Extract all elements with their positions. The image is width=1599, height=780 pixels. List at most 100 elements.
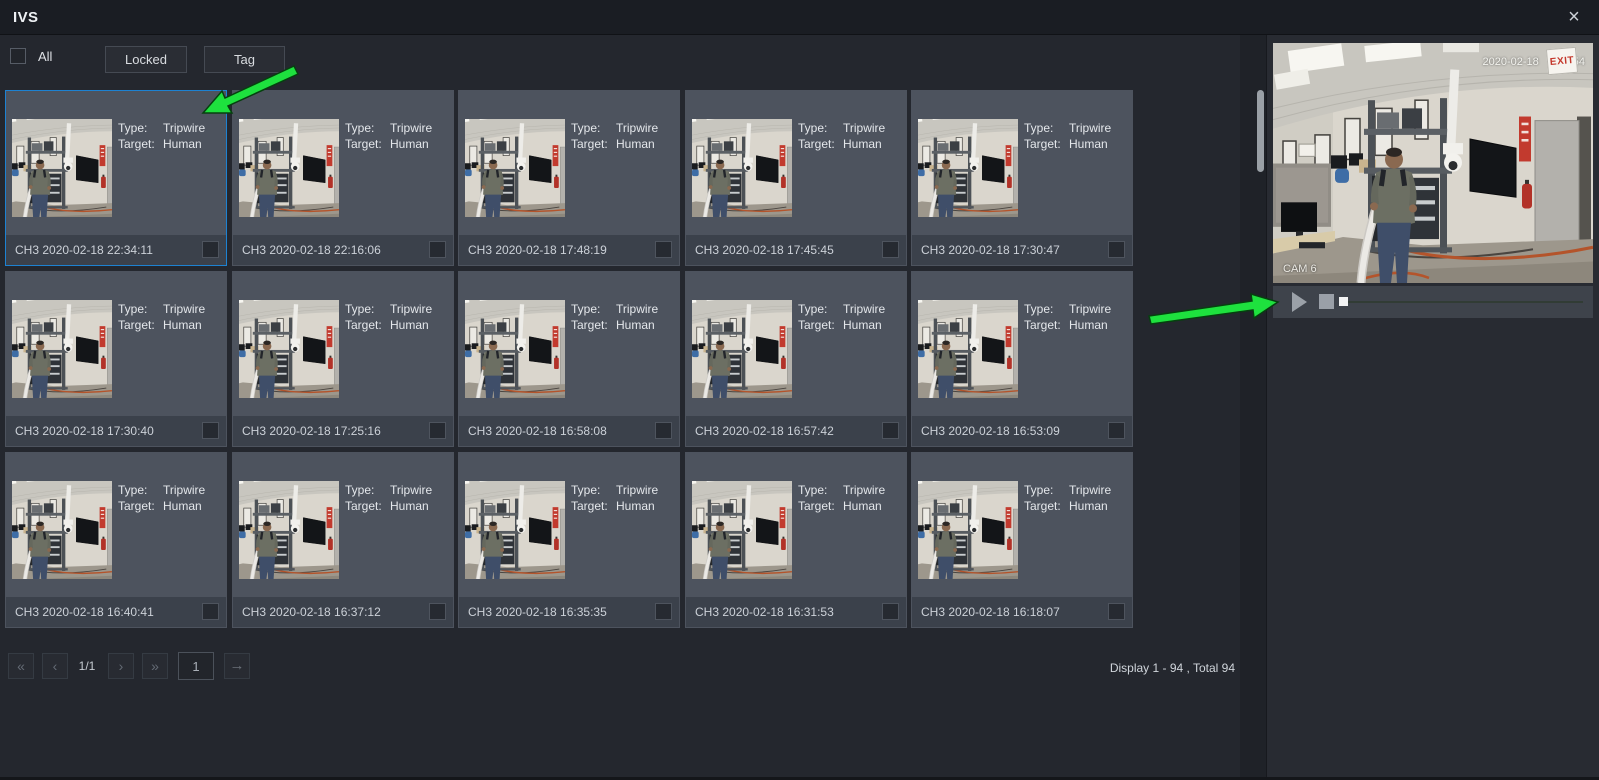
target-value: Human	[163, 137, 202, 151]
type-label: Type:	[1024, 483, 1053, 497]
next-page-button[interactable]: ›	[108, 653, 134, 679]
event-thumbnail	[12, 300, 112, 398]
event-card[interactable]: Type: Tripwire Target: Human CH3 2020-02…	[232, 452, 454, 628]
event-checkbox[interactable]	[429, 603, 446, 620]
event-card[interactable]: Type: Tripwire Target: Human CH3 2020-02…	[911, 452, 1133, 628]
event-card[interactable]: Type: Tripwire Target: Human CH3 2020-02…	[232, 271, 454, 447]
event-card[interactable]: Type: Tripwire Target: Human CH3 2020-02…	[458, 452, 680, 628]
event-checkbox[interactable]	[882, 241, 899, 258]
event-timestamp: CH3 2020-02-18 16:18:07	[921, 605, 1060, 619]
event-thumbnail	[465, 300, 565, 398]
preview-panel: 2020-02-1854 EXIT CAM 6	[1266, 35, 1599, 780]
event-timestamp: CH3 2020-02-18 17:45:45	[695, 243, 834, 257]
seek-track[interactable]	[1343, 301, 1583, 303]
go-page-button[interactable]: →	[224, 653, 250, 679]
type-label: Type:	[118, 121, 147, 135]
event-card-footer: CH3 2020-02-18 16:31:53	[686, 597, 906, 627]
event-timestamp: CH3 2020-02-18 16:58:08	[468, 424, 607, 438]
target-label: Target:	[798, 318, 835, 332]
target-value: Human	[1069, 137, 1108, 151]
event-card[interactable]: Type: Tripwire Target: Human CH3 2020-02…	[911, 271, 1133, 447]
event-card-footer: CH3 2020-02-18 16:40:41	[6, 597, 226, 627]
event-card[interactable]: Type: Tripwire Target: Human CH3 2020-02…	[911, 90, 1133, 266]
event-thumbnail	[239, 119, 339, 217]
event-card[interactable]: Type: Tripwire Target: Human CH3 2020-02…	[685, 90, 907, 266]
event-checkbox[interactable]	[202, 241, 219, 258]
event-checkbox[interactable]	[655, 603, 672, 620]
type-label: Type:	[345, 302, 374, 316]
event-card[interactable]: Type: Tripwire Target: Human CH3 2020-02…	[5, 452, 227, 628]
last-page-button[interactable]: »	[142, 653, 168, 679]
event-checkbox[interactable]	[655, 241, 672, 258]
event-checkbox[interactable]	[202, 603, 219, 620]
type-value: Tripwire	[843, 121, 885, 135]
target-value: Human	[163, 318, 202, 332]
event-timestamp: CH3 2020-02-18 22:16:06	[242, 243, 381, 257]
type-label: Type:	[571, 483, 600, 497]
event-checkbox[interactable]	[202, 422, 219, 439]
event-thumbnail	[692, 119, 792, 217]
target-label: Target:	[345, 318, 382, 332]
page-indicator: 1/1	[72, 653, 102, 679]
type-label: Type:	[118, 302, 147, 316]
select-all-checkbox[interactable]	[10, 48, 26, 64]
event-checkbox[interactable]	[1108, 241, 1125, 258]
event-checkbox[interactable]	[655, 422, 672, 439]
event-card-footer: CH3 2020-02-18 16:58:08	[459, 416, 679, 446]
event-checkbox[interactable]	[882, 603, 899, 620]
event-thumbnail	[918, 119, 1018, 217]
event-checkbox[interactable]	[1108, 422, 1125, 439]
target-value: Human	[1069, 318, 1108, 332]
event-card[interactable]: Type: Tripwire Target: Human CH3 2020-02…	[685, 271, 907, 447]
select-all-group: All	[10, 48, 52, 64]
tag-button[interactable]: Tag	[204, 46, 285, 73]
locked-button[interactable]: Locked	[105, 46, 187, 73]
video-timestamp-date: 2020-02-18	[1482, 56, 1538, 68]
type-value: Tripwire	[616, 121, 658, 135]
type-value: Tripwire	[163, 121, 205, 135]
event-list-area: All Locked Tag Type: Tripwire Target: Hu…	[0, 35, 1240, 780]
select-all-label: All	[38, 49, 52, 64]
event-card[interactable]: Type: Tripwire Target: Human CH3 2020-02…	[232, 90, 454, 266]
event-card[interactable]: Type: Tripwire Target: Human CH3 2020-02…	[685, 452, 907, 628]
type-value: Tripwire	[163, 483, 205, 497]
play-icon[interactable]	[1292, 292, 1307, 312]
event-card-footer: CH3 2020-02-18 16:57:42	[686, 416, 906, 446]
close-icon[interactable]: ×	[1561, 4, 1587, 30]
event-card[interactable]: Type: Tripwire Target: Human CH3 2020-02…	[5, 271, 227, 447]
event-card[interactable]: Type: Tripwire Target: Human CH3 2020-02…	[458, 90, 680, 266]
prev-page-button[interactable]: ‹	[42, 653, 68, 679]
event-checkbox[interactable]	[429, 241, 446, 258]
type-value: Tripwire	[616, 483, 658, 497]
event-checkbox[interactable]	[1108, 603, 1125, 620]
first-page-button[interactable]: «	[8, 653, 34, 679]
event-timestamp: CH3 2020-02-18 22:34:11	[15, 243, 153, 257]
event-card-footer: CH3 2020-02-18 16:37:12	[233, 597, 453, 627]
type-value: Tripwire	[390, 302, 432, 316]
type-value: Tripwire	[163, 302, 205, 316]
type-value: Tripwire	[843, 302, 885, 316]
scrollbar-thumb[interactable]	[1257, 90, 1264, 172]
target-label: Target:	[1024, 318, 1061, 332]
type-label: Type:	[345, 483, 374, 497]
stop-icon[interactable]	[1319, 294, 1334, 309]
event-card[interactable]: Type: Tripwire Target: Human CH3 2020-02…	[458, 271, 680, 447]
type-value: Tripwire	[1069, 483, 1111, 497]
window-title: IVS	[13, 9, 38, 26]
scrollbar-gutter	[1240, 35, 1266, 780]
target-value: Human	[1069, 499, 1108, 513]
preview-video: 2020-02-1854 EXIT CAM 6	[1273, 43, 1593, 283]
seek-handle[interactable]	[1339, 297, 1348, 306]
target-value: Human	[616, 137, 655, 151]
target-label: Target:	[118, 137, 155, 151]
type-label: Type:	[798, 121, 827, 135]
page-input[interactable]	[178, 652, 214, 680]
target-value: Human	[843, 318, 882, 332]
event-card[interactable]: Type: Tripwire Target: Human CH3 2020-02…	[5, 90, 227, 266]
event-checkbox[interactable]	[429, 422, 446, 439]
type-label: Type:	[118, 483, 147, 497]
event-timestamp: CH3 2020-02-18 16:40:41	[15, 605, 154, 619]
event-thumbnail	[918, 481, 1018, 579]
event-thumbnail	[465, 119, 565, 217]
event-checkbox[interactable]	[882, 422, 899, 439]
